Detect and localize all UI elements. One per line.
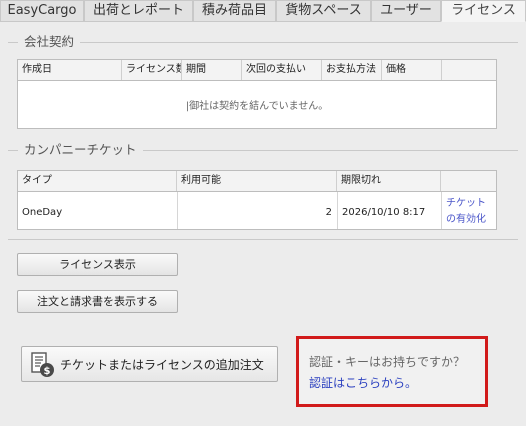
additional-order-button[interactable]: $ チケットまたはライセンスの追加注文 (21, 346, 278, 382)
contract-empty-message: |御社は契約を結んでいません。 (185, 101, 329, 112)
tab-bar: EasyCargo 出荷とレポート 積み荷品目 貨物スペース ユーザー ライセン… (0, 0, 526, 22)
tab-cargo-spaces[interactable]: 貨物スペース (276, 0, 371, 22)
auth-key-box: 認証・キーはお持ちですか？ 認証はこちらから。 (296, 336, 488, 407)
tickets-row-divider-3 (441, 192, 442, 229)
contract-section-title: 会社契約 (18, 35, 81, 49)
tickets-col-type: タイプ (18, 171, 177, 191)
tickets-table-header: タイプ 利用可能 期限切れ (18, 171, 496, 192)
svg-text:$: $ (44, 366, 51, 377)
tab-cargo-items[interactable]: 積み荷品目 (193, 0, 276, 22)
contract-col-period: 期間 (182, 60, 242, 80)
contract-col-license-count: ライセンス数 (122, 60, 182, 80)
contract-col-payment-method: お支払方法 (322, 60, 382, 80)
tickets-table: タイプ 利用可能 期限切れ OneDay 2 2026/10/10 8:17 チ… (17, 170, 497, 230)
tab-users[interactable]: ユーザー (371, 0, 441, 22)
contract-col-next-payment: 次回の支払い (242, 60, 322, 80)
additional-order-label: チケットまたはライセンスの追加注文 (60, 358, 264, 372)
show-orders-button[interactable]: 注文と請求書を表示する (17, 290, 178, 313)
tickets-col-expires: 期限切れ (337, 171, 441, 191)
contract-col-created: 作成日 (18, 60, 122, 80)
show-license-button[interactable]: ライセンス表示 (17, 253, 178, 276)
tab-easycargo[interactable]: EasyCargo (0, 0, 84, 22)
tab-shipments-reports[interactable]: 出荷とレポート (84, 0, 193, 22)
auth-key-question: 認証・キーはお持ちですか？ (309, 355, 466, 369)
contract-table: 作成日 ライセンス数 期間 次回の支払い お支払方法 価格 |御社は契約を結んで… (17, 59, 497, 129)
bottom-divider (8, 239, 518, 240)
auth-link[interactable]: 認証はこちらから。 (309, 374, 417, 391)
ticket-expires: 2026/10/10 8:17 (342, 207, 426, 218)
tickets-row-divider-2 (337, 192, 338, 229)
contract-divider (8, 42, 518, 43)
ticket-available: 2 (325, 207, 332, 218)
contract-table-header: 作成日 ライセンス数 期間 次回の支払い お支払方法 価格 (18, 60, 496, 81)
invoice-dollar-icon: $ (30, 352, 56, 378)
tickets-section-title: カンパニーチケット (18, 143, 143, 157)
contract-col-price: 価格 (382, 60, 442, 80)
tab-licenses[interactable]: ライセンス (441, 0, 526, 22)
activate-ticket-link[interactable]: チケットの有効化 (446, 196, 492, 228)
tickets-col-available: 利用可能 (177, 171, 337, 191)
ticket-type: OneDay (22, 207, 63, 218)
